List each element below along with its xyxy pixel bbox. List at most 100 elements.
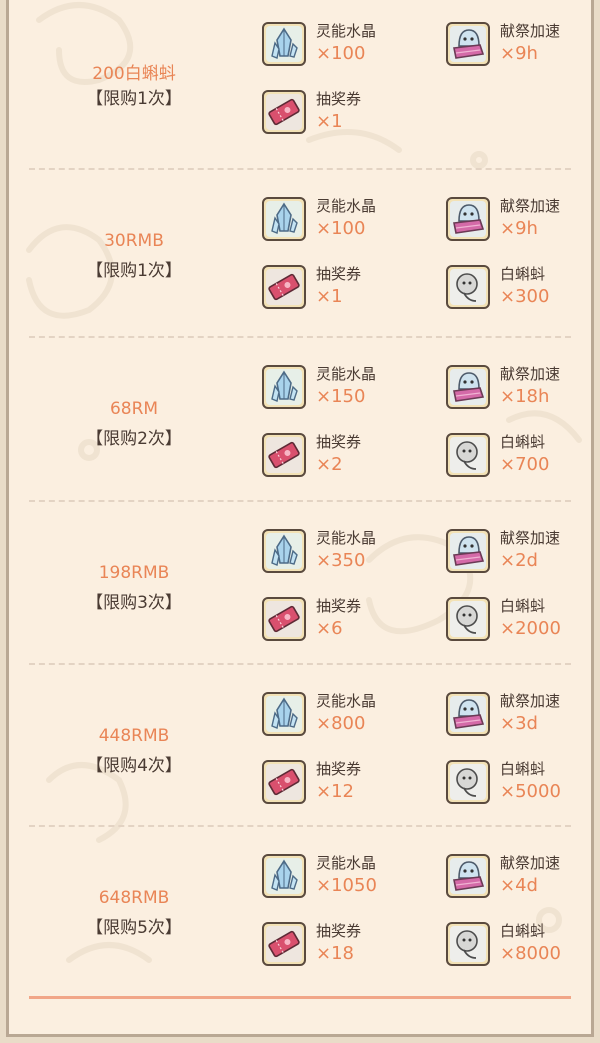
reward-item: 灵能水晶 ×150 (262, 365, 432, 411)
purchase-limit: 【限购1次】 (86, 261, 182, 281)
reward-item-name: 灵能水晶 (316, 854, 377, 872)
reward-item-name: 白蝌蚪 (500, 760, 546, 778)
tadpole-icon (446, 265, 490, 309)
bundle-tier: 200白蝌蚪 【限购1次】 灵能水晶 ×100 献祭加速 ×9h 抽奖券 ×1 (9, 0, 591, 170)
reward-item-name: 抽奖券 (316, 597, 362, 615)
purchase-limit: 【限购2次】 (86, 429, 182, 449)
ghost-speedup-icon (446, 22, 490, 66)
reward-item: 抽奖券 ×1 (262, 90, 432, 136)
purchase-limit: 【限购5次】 (86, 918, 182, 938)
ticket-icon (262, 433, 306, 477)
reward-item: 白蝌蚪 ×300 (446, 265, 591, 311)
reward-item-name: 献祭加速 (500, 692, 561, 710)
reward-item-name: 白蝌蚪 (500, 433, 546, 451)
reward-item-name: 献祭加速 (500, 854, 561, 872)
ticket-icon (262, 90, 306, 134)
bundle-price: 648RMB (98, 888, 170, 908)
tadpole-icon (446, 922, 490, 966)
reward-item-name: 抽奖券 (316, 433, 362, 451)
crystal-icon (262, 529, 306, 573)
reward-item-name: 抽奖券 (316, 922, 362, 940)
reward-item-name: 灵能水晶 (316, 197, 377, 215)
bundle-tier: 68RM 【限购2次】 灵能水晶 ×150 献祭加速 ×18h 抽奖券 ×2 白蝌蚪 ×7… (9, 338, 591, 502)
bundle-price: 30RMB (104, 231, 164, 251)
reward-item: 献祭加速 ×9h (446, 22, 591, 68)
reward-item: 灵能水晶 ×350 (262, 529, 432, 575)
reward-item: 献祭加速 ×2d (446, 529, 591, 575)
reward-item-name: 白蝌蚪 (500, 265, 546, 283)
reward-item: 抽奖券 ×1 (262, 265, 432, 311)
reward-item-quantity: ×9h (500, 43, 538, 64)
reward-item-quantity: ×6 (316, 618, 343, 639)
reward-item: 灵能水晶 ×800 (262, 692, 432, 738)
bundle-price: 448RMB (98, 726, 170, 746)
crystal-icon (262, 854, 306, 898)
reward-item-quantity: ×2 (316, 454, 343, 475)
ticket-icon (262, 760, 306, 804)
reward-item-name: 抽奖券 (316, 760, 362, 778)
reward-item: 白蝌蚪 ×5000 (446, 760, 591, 806)
tadpole-icon (446, 597, 490, 641)
reward-item-quantity: ×100 (316, 43, 366, 64)
reward-item-quantity: ×1050 (316, 875, 377, 896)
reward-item-quantity: ×5000 (500, 781, 561, 802)
bundle-price: 68RM (109, 399, 159, 419)
reward-item-name: 灵能水晶 (316, 529, 377, 547)
reward-item-name: 献祭加速 (500, 22, 561, 40)
crystal-icon (262, 365, 306, 409)
reward-item-quantity: ×3d (500, 713, 538, 734)
reward-item: 白蝌蚪 ×700 (446, 433, 591, 479)
ghost-speedup-icon (446, 854, 490, 898)
reward-item-name: 灵能水晶 (316, 365, 377, 383)
reward-item: 灵能水晶 ×100 (262, 197, 432, 243)
crystal-icon (262, 692, 306, 736)
purchase-limit: 【限购4次】 (86, 756, 182, 776)
reward-item: 抽奖券 ×6 (262, 597, 432, 643)
tadpole-icon (446, 433, 490, 477)
reward-item-quantity: ×350 (316, 550, 366, 571)
reward-item-quantity: ×150 (316, 386, 366, 407)
bundle-price: 198RMB (98, 563, 170, 583)
reward-item-quantity: ×800 (316, 713, 366, 734)
bundle-price: 200白蝌蚪 (92, 64, 176, 84)
reward-item-quantity: ×4d (500, 875, 538, 896)
bundle-tier: 198RMB 【限购3次】 灵能水晶 ×350 献祭加速 ×2d 抽奖券 ×6 白蝌蚪 ×… (9, 502, 591, 665)
reward-item-quantity: ×100 (316, 218, 366, 239)
purchase-limit: 【限购1次】 (86, 89, 182, 109)
tadpole-icon (446, 760, 490, 804)
ticket-icon (262, 597, 306, 641)
bundle-tier: 30RMB 【限购1次】 灵能水晶 ×100 献祭加速 ×9h 抽奖券 ×1 白蝌蚪 ×3… (9, 170, 591, 338)
reward-item-quantity: ×12 (316, 781, 354, 802)
reward-item: 献祭加速 ×3d (446, 692, 591, 738)
reward-item-quantity: ×9h (500, 218, 538, 239)
reward-item: 抽奖券 ×2 (262, 433, 432, 479)
reward-item-name: 抽奖券 (316, 265, 362, 283)
reward-item-name: 抽奖券 (316, 90, 362, 108)
reward-item-name: 灵能水晶 (316, 692, 377, 710)
reward-item-quantity: ×2d (500, 550, 538, 571)
reward-item: 献祭加速 ×18h (446, 365, 591, 411)
reward-item-name: 白蝌蚪 (500, 922, 546, 940)
reward-item: 抽奖券 ×12 (262, 760, 432, 806)
reward-item-name: 献祭加速 (500, 365, 561, 383)
reward-item-name: 白蝌蚪 (500, 597, 546, 615)
reward-item-quantity: ×1 (316, 286, 343, 307)
reward-item-quantity: ×700 (500, 454, 550, 475)
ghost-speedup-icon (446, 692, 490, 736)
ticket-icon (262, 922, 306, 966)
reward-item: 白蝌蚪 ×2000 (446, 597, 591, 643)
footer-divider (29, 996, 571, 999)
ghost-speedup-icon (446, 197, 490, 241)
reward-item-name: 灵能水晶 (316, 22, 377, 40)
reward-panel: 200白蝌蚪 【限购1次】 灵能水晶 ×100 献祭加速 ×9h 抽奖券 ×1 30RMB… (6, 0, 594, 1037)
purchase-limit: 【限购3次】 (86, 593, 182, 613)
reward-item-quantity: ×8000 (500, 943, 561, 964)
reward-item: 白蝌蚪 ×8000 (446, 922, 591, 968)
reward-item: 献祭加速 ×9h (446, 197, 591, 243)
reward-item-quantity: ×1 (316, 111, 343, 132)
ghost-speedup-icon (446, 529, 490, 573)
ticket-icon (262, 265, 306, 309)
reward-item: 灵能水晶 ×100 (262, 22, 432, 68)
reward-item-name: 献祭加速 (500, 529, 561, 547)
reward-item-name: 献祭加速 (500, 197, 561, 215)
